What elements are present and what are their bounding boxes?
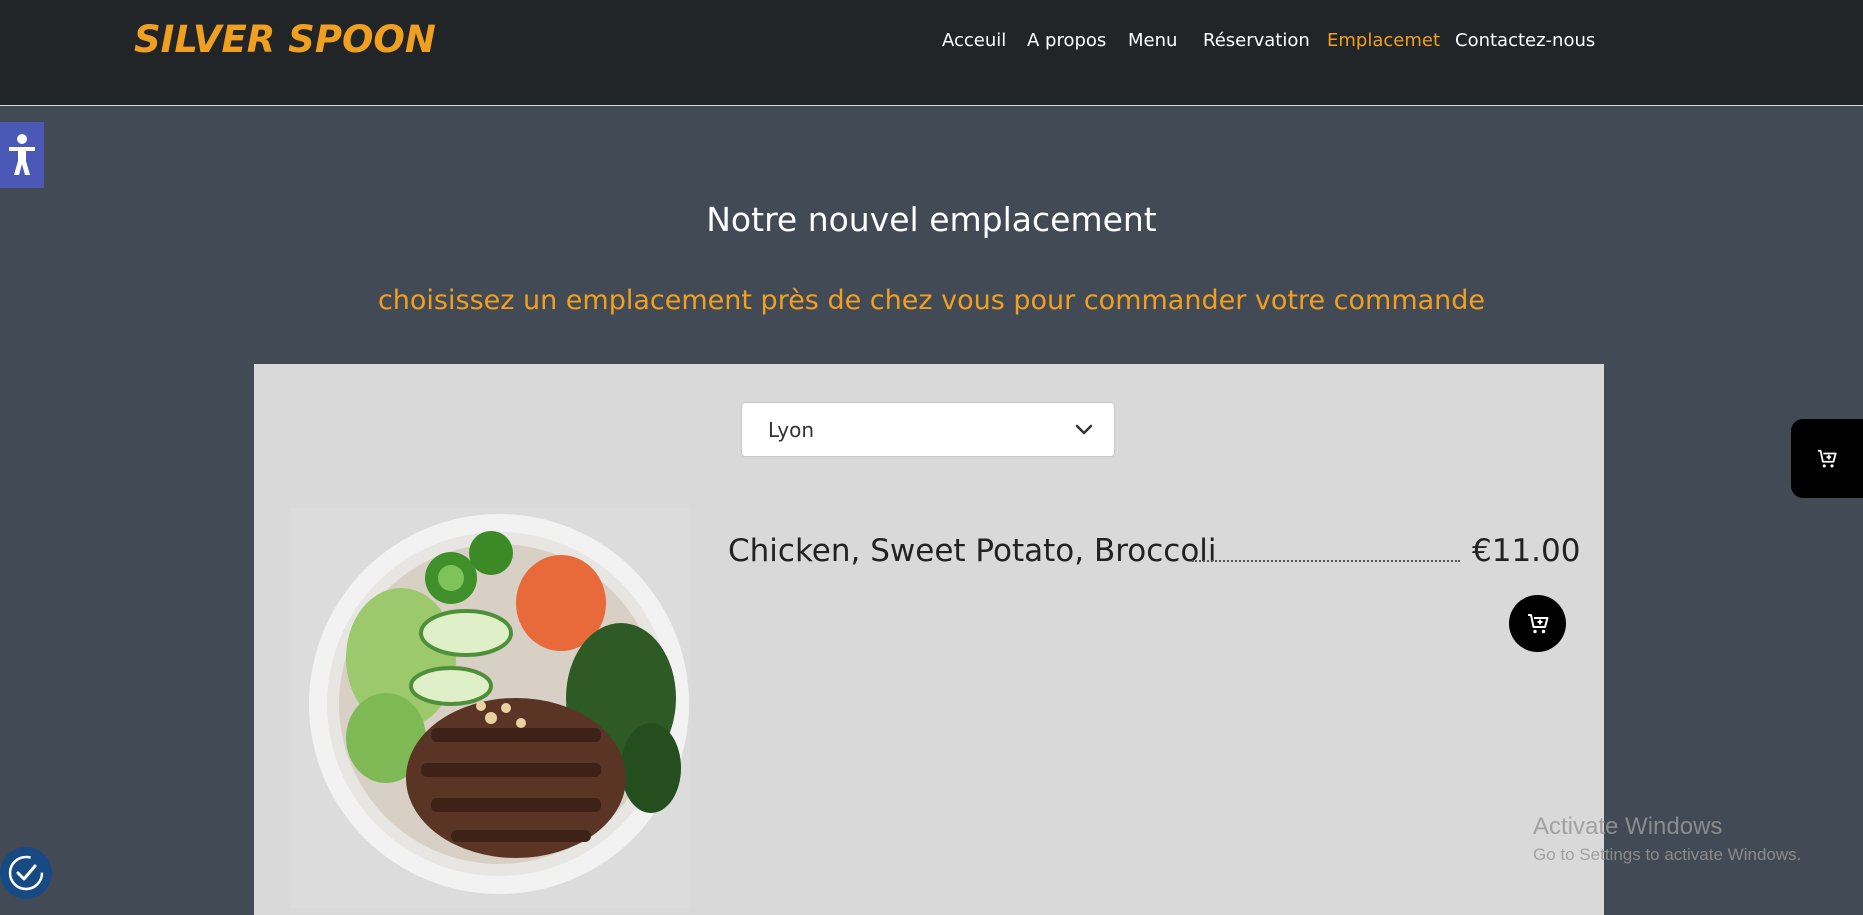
nav-link-menu[interactable]: Menu [1128, 30, 1177, 51]
price-leader-dots [1192, 560, 1460, 562]
cart-icon [1817, 449, 1837, 467]
add-to-cart-button[interactable] [1509, 595, 1566, 652]
page-subtitle: choisissez un emplacement près de chez v… [377, 285, 1486, 316]
watermark-title: Activate Windows [1533, 813, 1723, 840]
nav-link-contact[interactable]: Contactez-nous [1455, 30, 1595, 51]
main-nav: Acceuil A propos Menu Réservation Emplac… [0, 30, 1863, 60]
nav-link-acceuil[interactable]: Acceuil [942, 30, 1006, 51]
chevron-down-icon [1075, 424, 1093, 435]
accessibility-check-icon [8, 855, 44, 891]
windows-activation-watermark: Activate Windows Go to Settings to activ… [1533, 813, 1801, 865]
menu-item-name: Chicken, Sweet Potato, Broccoli [728, 533, 1217, 569]
menu-item-price: €11.00 [1472, 533, 1581, 569]
top-navbar: SILVER SPOON Acceuil A propos Menu Réser… [0, 0, 1863, 106]
menu-item-image [291, 508, 691, 908]
accessibility-widget-button[interactable] [0, 847, 52, 899]
nav-link-reservation[interactable]: Réservation [1203, 30, 1310, 51]
accessibility-person-icon [9, 134, 35, 175]
page-title: Notre nouvel emplacement [706, 200, 1157, 239]
location-select[interactable]: Lyon [741, 402, 1115, 457]
location-select-value: Lyon [768, 418, 815, 442]
floating-cart-button[interactable] [1791, 419, 1863, 498]
add-to-cart-icon [1527, 613, 1548, 633]
nav-link-a-propos[interactable]: A propos [1027, 30, 1106, 51]
accessibility-toolbar-button[interactable] [0, 122, 44, 188]
watermark-subtitle: Go to Settings to activate Windows. [1533, 845, 1802, 864]
nav-link-emplacement[interactable]: Emplacemet [1327, 30, 1440, 51]
